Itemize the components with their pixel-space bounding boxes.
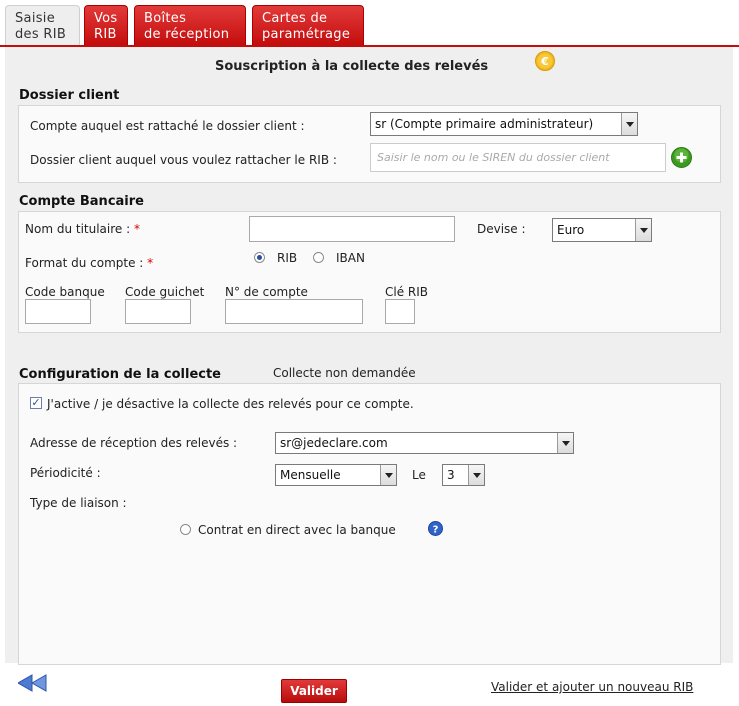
question-icon[interactable]: ? <box>428 521 443 536</box>
collecte-checkbox-label: J'active / je désactive la collecte des … <box>47 397 414 411</box>
titulaire-input[interactable] <box>249 216 455 242</box>
numero-compte-label: N° de compte <box>225 285 308 299</box>
periodicite-value: Mensuelle <box>280 468 341 482</box>
tab-saisie-des-rib[interactable]: Saisie des RIB <box>5 5 80 45</box>
tab-label-line2: des RIB <box>15 27 67 42</box>
numero-compte-input[interactable] <box>225 299 363 324</box>
format-iban-radio[interactable] <box>313 252 324 263</box>
compte-rattache-select[interactable]: sr (Compte primaire administrateur) <box>370 112 638 136</box>
chevron-down-icon[interactable] <box>557 433 573 453</box>
adresse-select[interactable]: sr@jedeclare.com <box>275 432 574 454</box>
tab-cartes-de-parametrage[interactable]: Cartes de paramétrage <box>252 5 364 45</box>
svg-text:?: ? <box>433 525 439 536</box>
chevron-down-icon[interactable] <box>380 465 396 485</box>
plus-circle-icon[interactable] <box>671 147 692 168</box>
tab-vos-rib[interactable]: Vos RIB <box>84 5 128 45</box>
code-guichet-label: Code guichet <box>125 285 205 299</box>
jour-select[interactable]: 3 <box>442 464 485 486</box>
code-banque-label: Code banque <box>25 285 105 299</box>
tab-label-line1: Vos <box>94 11 118 26</box>
format-rib-radio[interactable] <box>254 252 265 263</box>
devise-label: Devise : <box>477 222 526 236</box>
page-title: Souscription à la collecte des relevés <box>215 59 489 74</box>
required-mark: * <box>147 256 154 270</box>
adresse-value: sr@jedeclare.com <box>280 436 388 450</box>
collecte-status: Collecte non demandée <box>273 366 416 380</box>
collecte-checkbox[interactable]: ✓ <box>30 397 42 409</box>
check-icon: ✓ <box>31 396 41 409</box>
contrat-direct-label: Contrat en direct avec la banque <box>198 523 396 537</box>
tab-label-line2: RIB <box>94 27 117 42</box>
jour-value: 3 <box>447 468 455 482</box>
le-label: Le <box>412 468 426 482</box>
code-guichet-input[interactable] <box>125 299 191 324</box>
compte-bancaire-title: Compte Bancaire <box>19 194 144 209</box>
format-label: Format du compte : * <box>25 256 153 270</box>
format-iban-label: IBAN <box>336 251 365 265</box>
chevron-down-icon[interactable] <box>635 219 651 241</box>
tab-label-line2: paramétrage <box>262 27 351 42</box>
cle-rib-input[interactable] <box>385 299 415 324</box>
chevron-down-icon[interactable] <box>468 465 484 485</box>
devise-select[interactable]: Euro <box>552 218 652 242</box>
required-mark: * <box>133 222 140 236</box>
chevron-down-icon[interactable] <box>621 113 637 135</box>
dossier-client-placeholder: Saisir le nom ou le SIREN du dossier cli… <box>377 151 610 164</box>
valider-button[interactable]: Valider <box>281 679 347 703</box>
configuration-title: Configuration de la collecte <box>19 367 221 382</box>
compte-rattache-label: Compte auquel est rattaché le dossier cl… <box>30 119 305 133</box>
titulaire-label: Nom du titulaire : * <box>25 222 140 236</box>
format-rib-label: RIB <box>277 251 298 265</box>
type-liaison-label: Type de liaison : <box>30 496 127 510</box>
periodicite-label: Périodicité : <box>30 466 101 480</box>
euro-coin-icon: € <box>535 51 555 71</box>
tab-boites-de-reception[interactable]: Boîtes de réception <box>134 5 246 45</box>
cle-rib-label: Clé RIB <box>385 285 429 299</box>
tab-label-line1: Saisie <box>15 11 56 26</box>
tab-label-line1: Cartes de <box>262 11 328 26</box>
dossier-client-title: Dossier client <box>19 88 120 103</box>
tab-label-line2: de réception <box>144 27 230 42</box>
tab-label-line1: Boîtes <box>144 11 187 26</box>
double-arrow-left-icon[interactable] <box>16 674 50 692</box>
valider-ajouter-link[interactable]: Valider et ajouter un nouveau RIB <box>491 680 693 694</box>
periodicite-select[interactable]: Mensuelle <box>275 464 397 486</box>
format-label-text: Format du compte : <box>25 256 144 270</box>
adresse-label: Adresse de réception des relevés : <box>30 436 238 450</box>
svg-text:€: € <box>540 55 549 68</box>
code-banque-input[interactable] <box>25 299 91 324</box>
dossier-client-search-input[interactable]: Saisir le nom ou le SIREN du dossier cli… <box>370 143 666 172</box>
titulaire-label-text: Nom du titulaire : <box>25 222 131 236</box>
devise-value: Euro <box>557 223 585 237</box>
compte-rattache-value: sr (Compte primaire administrateur) <box>375 117 594 131</box>
dossier-rattacher-label: Dossier client auquel vous voulez rattac… <box>30 153 337 167</box>
contrat-direct-radio[interactable] <box>180 524 191 535</box>
